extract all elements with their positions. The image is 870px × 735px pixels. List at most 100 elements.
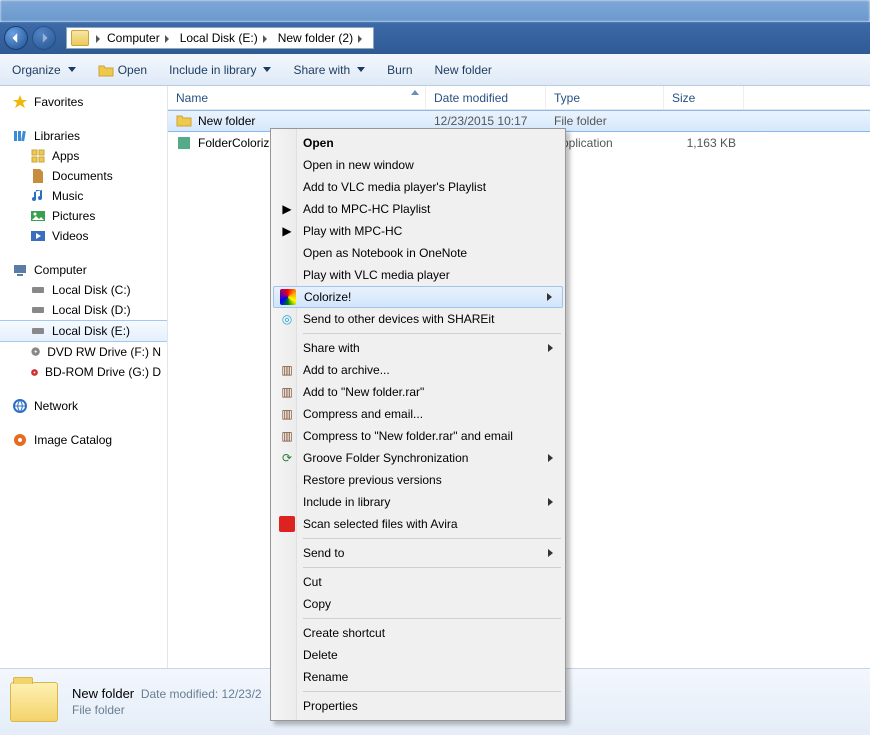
- image-catalog-icon: [12, 432, 28, 448]
- shareit-icon: ◎: [279, 311, 295, 327]
- ctx-scan-avira[interactable]: Scan selected files with Avira: [273, 513, 563, 535]
- submenu-arrow-icon: [547, 293, 552, 301]
- folder-open-icon: [98, 62, 114, 78]
- hdd-icon: [30, 323, 46, 339]
- star-icon: [12, 94, 28, 110]
- nav-network-label: Network: [34, 399, 78, 413]
- details-type: File folder: [72, 703, 262, 719]
- nav-libraries-label: Libraries: [34, 129, 80, 143]
- ctx-add-rar[interactable]: ▥Add to "New folder.rar": [273, 381, 563, 403]
- ctx-shareit[interactable]: ◎Send to other devices with SHAREit: [273, 308, 563, 330]
- new-folder-button[interactable]: New folder: [435, 63, 492, 77]
- ctx-open-onenote[interactable]: Open as Notebook in OneNote: [273, 242, 563, 264]
- ctx-open[interactable]: Open: [273, 132, 563, 154]
- include-in-library-button[interactable]: Include in library: [169, 63, 271, 77]
- pictures-icon: [30, 208, 46, 224]
- nav-favorites[interactable]: Favorites: [0, 92, 167, 112]
- nav-music[interactable]: Music: [0, 186, 167, 206]
- hdd-icon: [30, 282, 46, 298]
- ctx-copy[interactable]: Copy: [273, 593, 563, 615]
- archive-icon: ▥: [279, 406, 295, 422]
- ctx-send-to[interactable]: Send to: [273, 542, 563, 564]
- music-icon: [30, 188, 46, 204]
- documents-icon: [30, 168, 46, 184]
- computer-icon: [12, 262, 28, 278]
- nav-drive-d[interactable]: Local Disk (D:): [0, 300, 167, 320]
- nav-favorites-label: Favorites: [34, 95, 83, 109]
- ctx-open-new-window[interactable]: Open in new window: [273, 154, 563, 176]
- nav-image-catalog[interactable]: Image Catalog: [0, 430, 167, 450]
- ctx-add-mpc-playlist[interactable]: ▶Add to MPC-HC Playlist: [273, 198, 563, 220]
- breadcrumb-computer[interactable]: Computer: [103, 28, 176, 48]
- nav-documents[interactable]: Documents: [0, 166, 167, 186]
- submenu-arrow-icon: [548, 498, 553, 506]
- column-type[interactable]: Type: [546, 86, 664, 109]
- archive-icon: ▥: [279, 428, 295, 444]
- ctx-compress-rar-email[interactable]: ▥Compress to "New folder.rar" and email: [273, 425, 563, 447]
- libraries-icon: [12, 128, 28, 144]
- colorize-icon: [280, 289, 296, 305]
- folder-large-icon: [10, 682, 58, 722]
- folder-icon: [71, 30, 89, 46]
- ctx-compress-email[interactable]: ▥Compress and email...: [273, 403, 563, 425]
- folder-icon: [176, 113, 192, 129]
- breadcrumb[interactable]: Computer Local Disk (E:) New folder (2): [66, 27, 374, 49]
- desktop-background-strip: [0, 0, 870, 22]
- breadcrumb-folder[interactable]: New folder (2): [274, 28, 369, 48]
- hdd-icon: [30, 302, 46, 318]
- ctx-include-library[interactable]: Include in library: [273, 491, 563, 513]
- dvd-icon: [30, 344, 41, 360]
- archive-icon: ▥: [279, 362, 295, 378]
- avira-icon: [279, 516, 295, 532]
- nav-image-catalog-label: Image Catalog: [34, 433, 112, 447]
- mpc-icon: ▶: [279, 223, 295, 239]
- share-with-button[interactable]: Share with: [293, 63, 365, 77]
- open-button[interactable]: Open: [98, 62, 147, 78]
- details-name: New folder: [72, 686, 134, 701]
- ctx-play-mpc[interactable]: ▶Play with MPC-HC: [273, 220, 563, 242]
- nav-apps[interactable]: Apps: [0, 146, 167, 166]
- nav-videos[interactable]: Videos: [0, 226, 167, 246]
- archive-icon: ▥: [279, 384, 295, 400]
- column-headers: Name Date modified Type Size: [168, 86, 870, 110]
- nav-pictures[interactable]: Pictures: [0, 206, 167, 226]
- ctx-rename[interactable]: Rename: [273, 666, 563, 688]
- nav-drive-c[interactable]: Local Disk (C:): [0, 280, 167, 300]
- bdrom-icon: [30, 364, 39, 380]
- ctx-play-vlc[interactable]: Play with VLC media player: [273, 264, 563, 286]
- nav-computer[interactable]: Computer: [0, 260, 167, 280]
- ctx-colorize[interactable]: Colorize!: [273, 286, 563, 308]
- ctx-add-vlc-playlist[interactable]: Add to VLC media player's Playlist: [273, 176, 563, 198]
- submenu-arrow-icon: [548, 454, 553, 462]
- groove-icon: ⟳: [279, 450, 295, 466]
- nav-libraries[interactable]: Libraries: [0, 126, 167, 146]
- nav-drive-f[interactable]: DVD RW Drive (F:) N: [0, 342, 167, 362]
- burn-button[interactable]: Burn: [387, 63, 412, 77]
- mpc-icon: ▶: [279, 201, 295, 217]
- ctx-delete[interactable]: Delete: [273, 644, 563, 666]
- ctx-restore-previous[interactable]: Restore previous versions: [273, 469, 563, 491]
- breadcrumb-drive[interactable]: Local Disk (E:): [176, 28, 274, 48]
- column-date[interactable]: Date modified: [426, 86, 546, 109]
- column-size[interactable]: Size: [664, 86, 744, 109]
- nav-computer-label: Computer: [34, 263, 87, 277]
- nav-drive-e[interactable]: Local Disk (E:): [0, 320, 167, 342]
- ctx-create-shortcut[interactable]: Create shortcut: [273, 622, 563, 644]
- ctx-properties[interactable]: Properties: [273, 695, 563, 717]
- ctx-add-archive[interactable]: ▥Add to archive...: [273, 359, 563, 381]
- submenu-arrow-icon: [548, 344, 553, 352]
- nav-back-button[interactable]: [4, 26, 28, 50]
- network-icon: [12, 398, 28, 414]
- nav-forward-button[interactable]: [32, 26, 56, 50]
- address-bar: Computer Local Disk (E:) New folder (2): [0, 22, 870, 54]
- ctx-share-with[interactable]: Share with: [273, 337, 563, 359]
- nav-drive-g[interactable]: BD-ROM Drive (G:) D: [0, 362, 167, 382]
- nav-network[interactable]: Network: [0, 396, 167, 416]
- context-menu: Open Open in new window Add to VLC media…: [270, 128, 566, 721]
- ctx-cut[interactable]: Cut: [273, 571, 563, 593]
- app-icon: [176, 135, 192, 151]
- ctx-groove-sync[interactable]: ⟳Groove Folder Synchronization: [273, 447, 563, 469]
- column-name[interactable]: Name: [168, 86, 426, 109]
- navigation-pane: Favorites Libraries Apps Documents Music…: [0, 86, 168, 668]
- organize-button[interactable]: Organize: [12, 63, 76, 77]
